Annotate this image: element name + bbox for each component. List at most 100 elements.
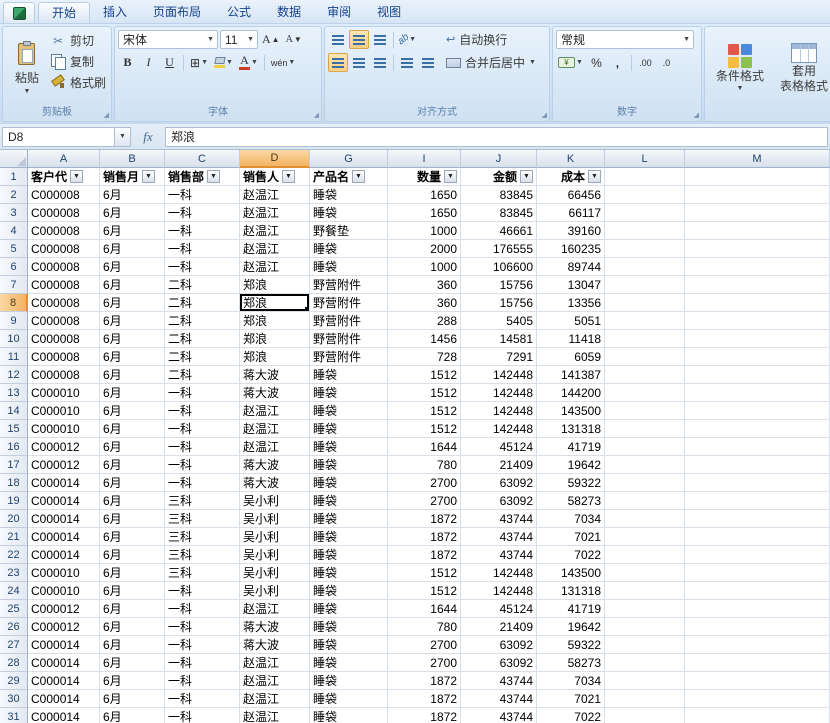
header-cell-C1[interactable]: 销售部▼ [165,168,240,186]
cell-B17[interactable]: 6月 [100,456,165,474]
cell-A5[interactable]: C000008 [28,240,100,258]
cell-A23[interactable]: C000010 [28,564,100,582]
cell-G16[interactable]: 睡袋 [310,438,388,456]
cell-M14[interactable] [685,402,830,420]
cell-M10[interactable] [685,330,830,348]
cell-I10[interactable]: 1456 [388,330,461,348]
dialog-launcher-icon[interactable]: ◢ [542,112,547,119]
cell-C4[interactable]: 一科 [165,222,240,240]
column-header-I[interactable]: I [388,150,461,168]
cell-K24[interactable]: 131318 [537,582,605,600]
cell-A16[interactable]: C000012 [28,438,100,456]
cell-D30[interactable]: 赵温江 [240,690,310,708]
cell-I23[interactable]: 1512 [388,564,461,582]
cell-M2[interactable] [685,186,830,204]
cell-L20[interactable] [605,510,685,528]
tab-页面布局[interactable]: 页面布局 [140,2,214,23]
cell-K26[interactable]: 19642 [537,618,605,636]
cell-A19[interactable]: C000014 [28,492,100,510]
cell-L24[interactable] [605,582,685,600]
cell-D4[interactable]: 赵温江 [240,222,310,240]
cell-L21[interactable] [605,528,685,546]
cell-G30[interactable]: 睡袋 [310,690,388,708]
cell-B21[interactable]: 6月 [100,528,165,546]
cell-J6[interactable]: 106600 [461,258,537,276]
cell-K25[interactable]: 41719 [537,600,605,618]
cell-M18[interactable] [685,474,830,492]
cell-J28[interactable]: 63092 [461,654,537,672]
cell-G29[interactable]: 睡袋 [310,672,388,690]
cell-I19[interactable]: 2700 [388,492,461,510]
cell-G22[interactable]: 睡袋 [310,546,388,564]
cell-C3[interactable]: 一科 [165,204,240,222]
office-button[interactable] [3,2,35,23]
cell-B6[interactable]: 6月 [100,258,165,276]
cell-B11[interactable]: 6月 [100,348,165,366]
cell-K8[interactable]: 13356 [537,294,605,312]
cell-K9[interactable]: 5051 [537,312,605,330]
grow-font-button[interactable]: A ▲ [260,30,282,49]
cell-J9[interactable]: 5405 [461,312,537,330]
cell-K23[interactable]: 143500 [537,564,605,582]
cell-J2[interactable]: 83845 [461,186,537,204]
cell-D25[interactable]: 赵温江 [240,600,310,618]
cell-K22[interactable]: 7022 [537,546,605,564]
cell-J8[interactable]: 15756 [461,294,537,312]
cell-J30[interactable]: 43744 [461,690,537,708]
cell-G3[interactable]: 睡袋 [310,204,388,222]
cell-M27[interactable] [685,636,830,654]
cell-D28[interactable]: 赵温江 [240,654,310,672]
cell-L4[interactable] [605,222,685,240]
cell-G8[interactable]: 野营附件 [310,294,388,312]
cell-A6[interactable]: C000008 [28,258,100,276]
row-header-26[interactable]: 26 [0,618,28,636]
cell-A21[interactable]: C000014 [28,528,100,546]
cell-G27[interactable]: 睡袋 [310,636,388,654]
cell-L5[interactable] [605,240,685,258]
cell-J29[interactable]: 43744 [461,672,537,690]
cell-A15[interactable]: C000010 [28,420,100,438]
row-header-23[interactable]: 23 [0,564,28,582]
row-header-30[interactable]: 30 [0,690,28,708]
row-header-29[interactable]: 29 [0,672,28,690]
cell-G15[interactable]: 睡袋 [310,420,388,438]
cell-G9[interactable]: 野营附件 [310,312,388,330]
cell-A22[interactable]: C000014 [28,546,100,564]
cell-C8[interactable]: 二科 [165,294,240,312]
cell-A29[interactable]: C000014 [28,672,100,690]
column-header-G[interactable]: G [310,150,388,168]
cell-D20[interactable]: 吴小利 [240,510,310,528]
cell-G24[interactable]: 睡袋 [310,582,388,600]
cell-D24[interactable]: 吴小利 [240,582,310,600]
filter-button[interactable]: ▼ [142,170,155,183]
cell-C5[interactable]: 一科 [165,240,240,258]
cell-D10[interactable]: 郑浪 [240,330,310,348]
cell-B20[interactable]: 6月 [100,510,165,528]
cell-K19[interactable]: 58273 [537,492,605,510]
cell-B30[interactable]: 6月 [100,690,165,708]
cell-D16[interactable]: 赵温江 [240,438,310,456]
cell-A18[interactable]: C000014 [28,474,100,492]
cell-B15[interactable]: 6月 [100,420,165,438]
cell-M20[interactable] [685,510,830,528]
cell-J20[interactable]: 43744 [461,510,537,528]
cell-D17[interactable]: 蒋大波 [240,456,310,474]
row-header-24[interactable]: 24 [0,582,28,600]
cell-M28[interactable] [685,654,830,672]
percent-style-button[interactable]: % [587,53,606,72]
cell-K31[interactable]: 7022 [537,708,605,723]
row-header-6[interactable]: 6 [0,258,28,276]
cell-K2[interactable]: 66456 [537,186,605,204]
cell-B29[interactable]: 6月 [100,672,165,690]
cell-I25[interactable]: 1644 [388,600,461,618]
cell-B19[interactable]: 6月 [100,492,165,510]
cell-K28[interactable]: 58273 [537,654,605,672]
shrink-font-button[interactable]: A ▼ [284,30,304,49]
cell-I26[interactable]: 780 [388,618,461,636]
filter-button[interactable]: ▼ [207,170,220,183]
cell-A30[interactable]: C000014 [28,690,100,708]
cell-I12[interactable]: 1512 [388,366,461,384]
tab-开始[interactable]: 开始 [38,2,90,23]
comma-style-button[interactable]: , [608,53,627,72]
header-cell-B1[interactable]: 销售月▼ [100,168,165,186]
